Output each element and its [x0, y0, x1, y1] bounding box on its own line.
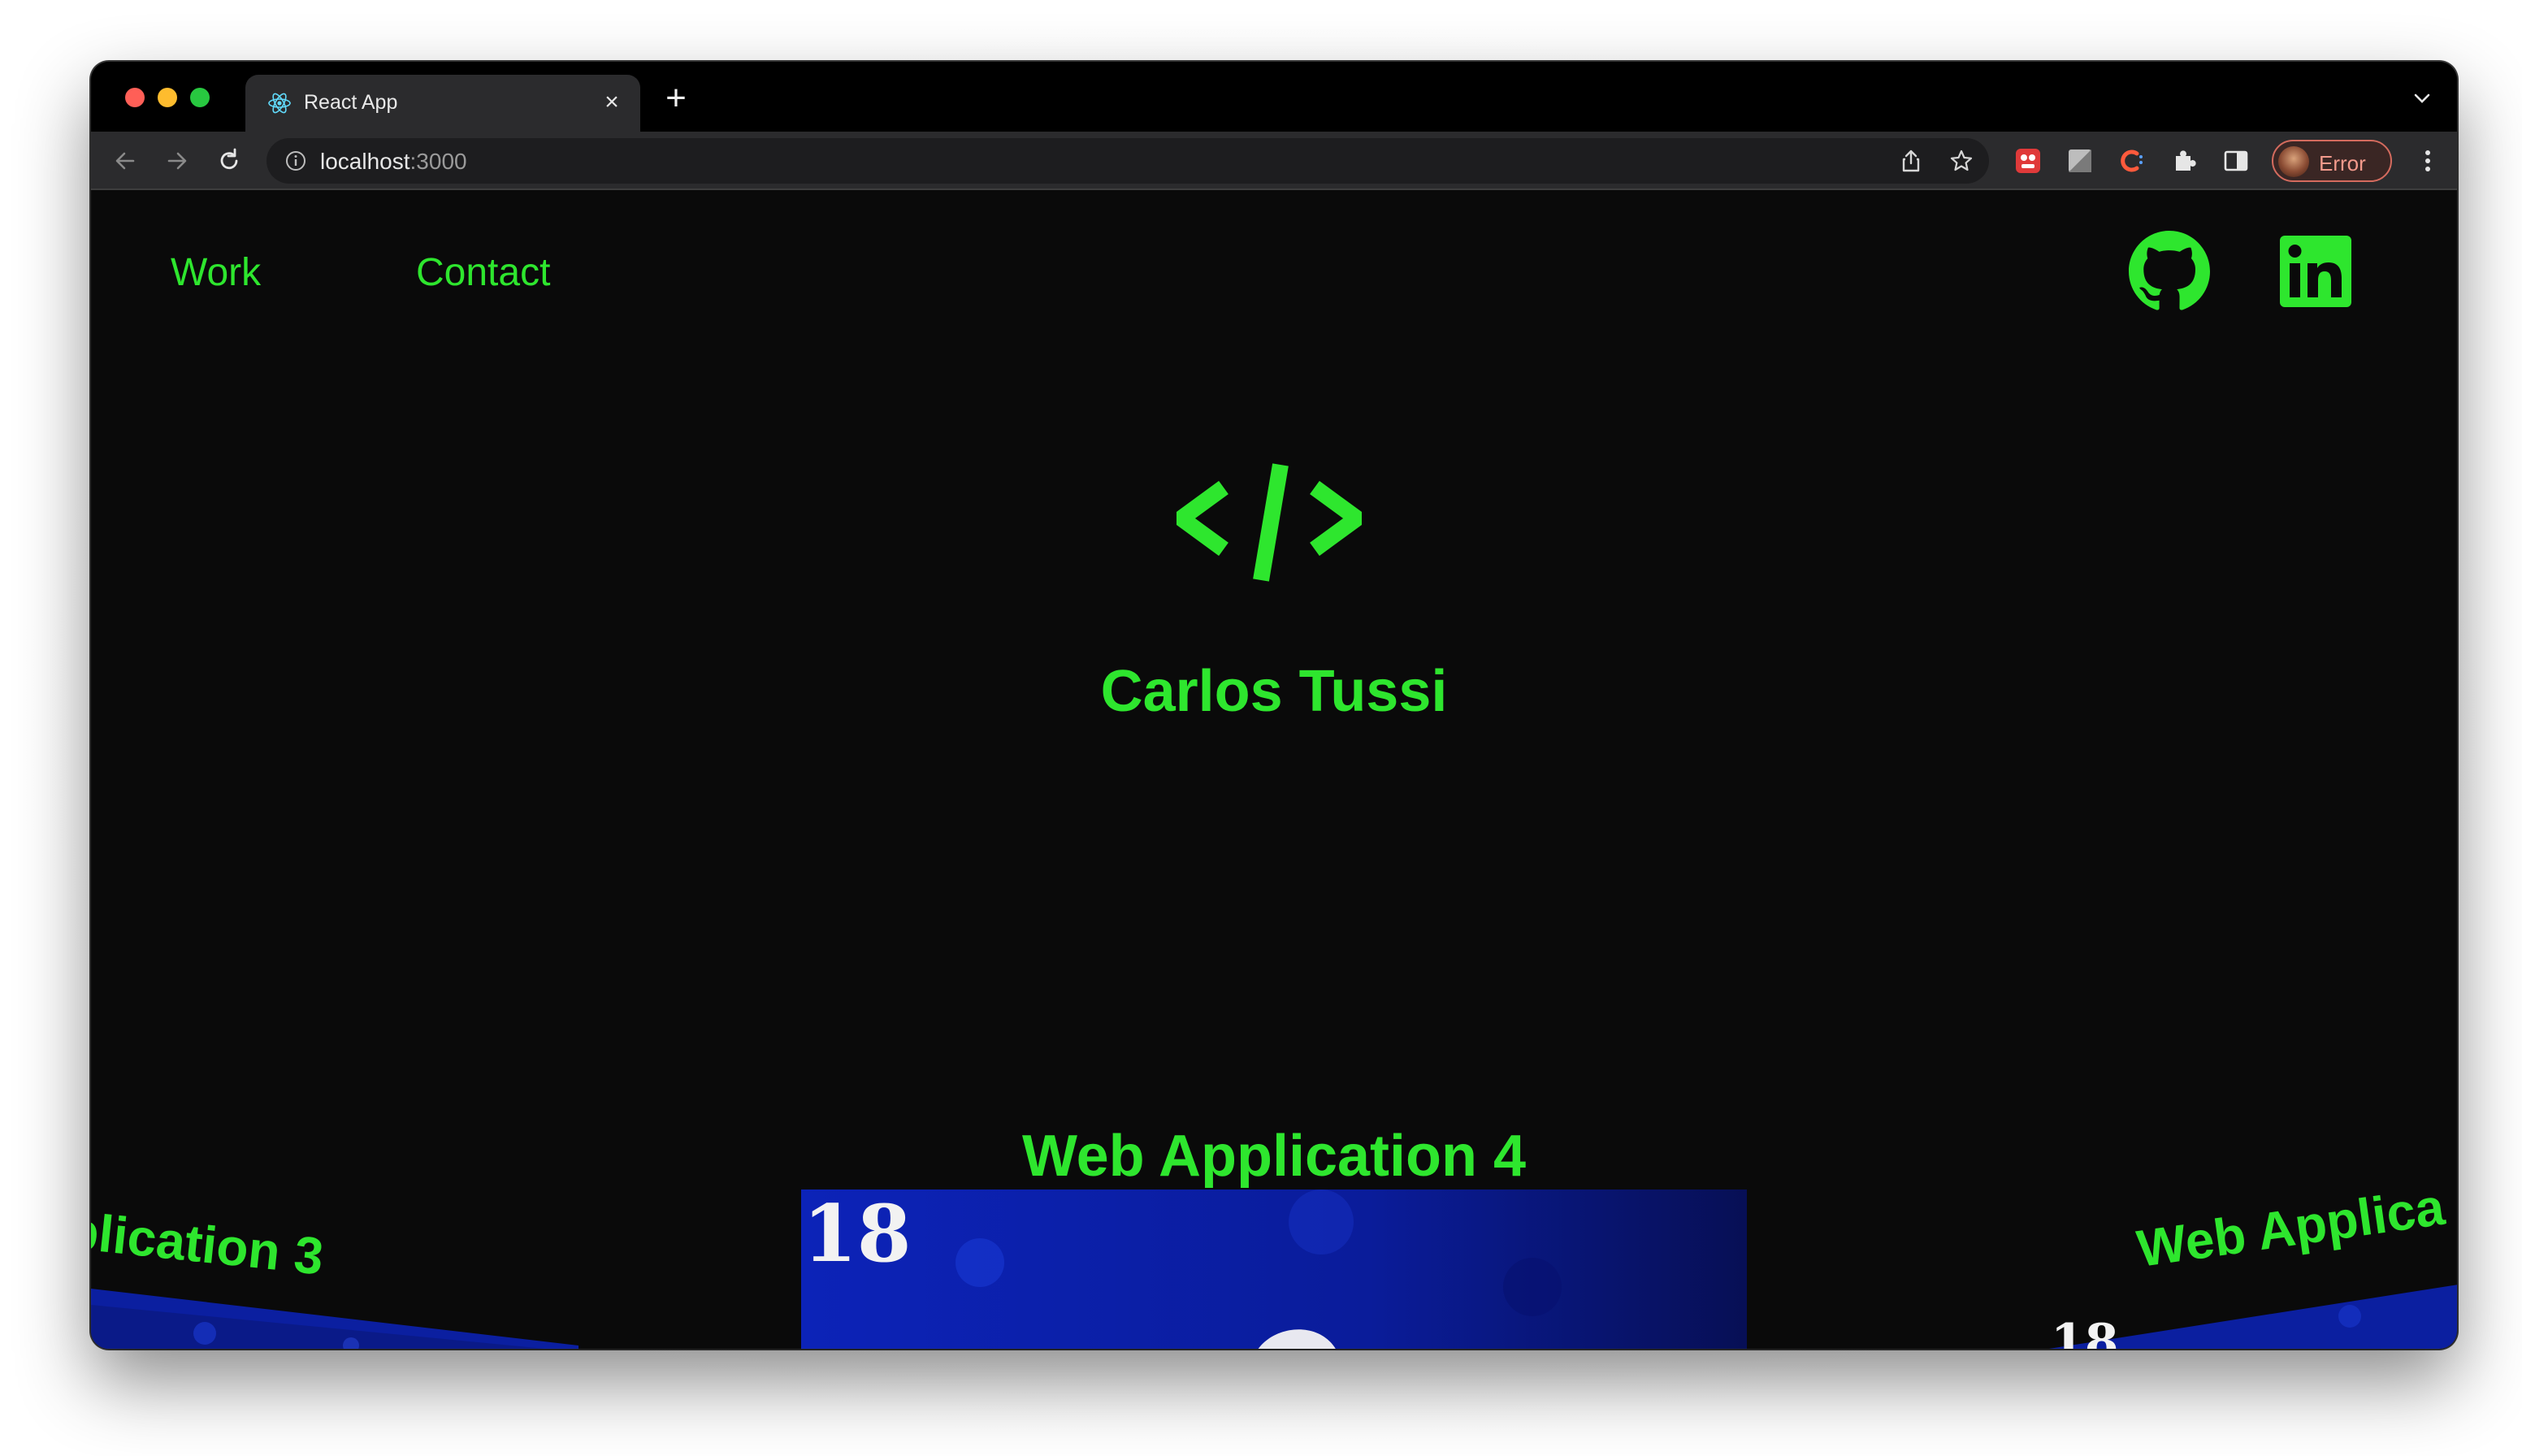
nav-link-work[interactable]: Work: [171, 250, 261, 295]
project-image-left: [91, 1289, 578, 1349]
share-icon[interactable]: [1898, 148, 1924, 174]
avatar: [2278, 146, 2309, 177]
carousel-title-center: Web Application 4: [1021, 1124, 1527, 1189]
browser-toolbar: localhost:3000 Error: [91, 132, 2457, 190]
linkedin-icon[interactable]: [2280, 236, 2351, 307]
project-image-center: 18: [801, 1190, 1747, 1349]
tab-strip: React App × +: [91, 62, 2457, 132]
extensions-puzzle-icon[interactable]: [2169, 146, 2199, 176]
close-tab-icon[interactable]: ×: [598, 89, 626, 116]
carousel-title-left: Application 3: [91, 1193, 327, 1286]
desktop-background: React App × + localhost:3000 Error Work …: [0, 0, 2522, 1456]
extension-c-icon[interactable]: [2117, 146, 2147, 176]
carousel-card-left[interactable]: [91, 1289, 578, 1349]
chevron-down-icon[interactable]: [2410, 86, 2434, 110]
nav-link-contact[interactable]: Contact: [416, 250, 550, 295]
react-icon: [268, 93, 291, 114]
browser-window: React App × + localhost:3000 Error Work …: [91, 62, 2457, 1349]
url-port: :3000: [410, 149, 467, 174]
tab-title: React App: [304, 91, 398, 114]
hero-name: Carlos Tussi: [1100, 659, 1448, 724]
carousel-title-right: Web Applica: [2133, 1176, 2448, 1279]
carousel-card-right[interactable]: 18: [1960, 1284, 2457, 1349]
side-panel-icon[interactable]: [2221, 146, 2251, 176]
address-bar[interactable]: localhost:3000: [266, 138, 1989, 184]
extension-gray-icon[interactable]: [2065, 146, 2095, 176]
forward-arrow-icon[interactable]: [161, 145, 193, 177]
maximize-window-button[interactable]: [190, 88, 210, 107]
minimize-window-button[interactable]: [158, 88, 177, 107]
close-window-button[interactable]: [125, 88, 145, 107]
profile-button[interactable]: Error: [2272, 140, 2392, 182]
bookmark-star-icon[interactable]: [1948, 148, 1974, 174]
more-menu-icon[interactable]: [2413, 146, 2442, 176]
project-image-label: 18: [803, 1190, 912, 1280]
reload-icon[interactable]: [213, 145, 245, 177]
page-content: Work Contact Carlos Tussi Application 3: [91, 192, 2457, 1349]
project-image-label-right: 18: [2051, 1314, 2119, 1349]
project-image-right: 18: [2049, 1285, 2457, 1349]
new-tab-icon[interactable]: +: [658, 80, 694, 117]
github-icon[interactable]: [2129, 231, 2210, 312]
profile-status-label: Error: [2319, 151, 2366, 176]
url-host: localhost: [320, 149, 410, 174]
code-brackets-icon: [1176, 463, 1362, 582]
extension-red-icon[interactable]: [2013, 146, 2043, 176]
carousel-card-center[interactable]: 18: [801, 1190, 1747, 1349]
browser-tab[interactable]: React App ×: [245, 75, 640, 132]
back-arrow-icon[interactable]: [109, 145, 141, 177]
url-text: localhost:3000: [320, 149, 467, 175]
info-icon[interactable]: [284, 150, 307, 172]
